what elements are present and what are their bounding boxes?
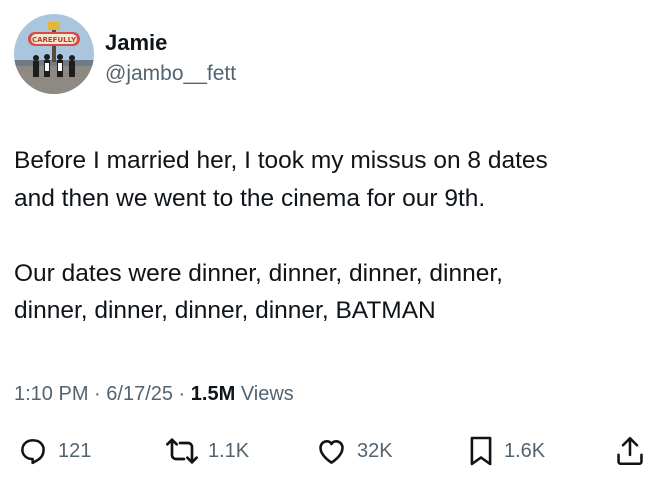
heart-icon — [316, 436, 347, 466]
user-handle[interactable]: @jambo__fett — [105, 61, 236, 87]
separator-dot: · — [88, 383, 107, 405]
bookmark-button[interactable]: 1.6K — [468, 428, 545, 474]
avatar-photo: CAREFULLY — [14, 14, 94, 94]
bookmark-count: 1.6K — [504, 440, 546, 462]
tweet-text: Before I married her, I took my missus o… — [14, 142, 659, 330]
like-button[interactable]: 32K — [316, 428, 393, 474]
separator-dot: · — [173, 383, 191, 405]
display-name[interactable]: Jamie — [105, 29, 167, 57]
repost-button[interactable]: 1.1K — [166, 428, 249, 474]
repost-icon — [166, 436, 198, 466]
bookmark-icon — [468, 435, 494, 467]
tweet-date[interactable]: 6/17/25 — [106, 383, 173, 405]
tweet-text-line: and then we went to the cinema for our 9… — [14, 184, 486, 212]
action-bar: 121 1.1K 32K 1.6K — [0, 428, 668, 474]
share-button[interactable] — [616, 428, 644, 474]
views-count: 1.5M — [190, 383, 236, 405]
tweet-text-line: Before I married her, I took my missus o… — [14, 147, 548, 174]
reply-count: 121 — [58, 440, 92, 462]
avatar[interactable]: CAREFULLY — [14, 14, 94, 94]
like-count: 32K — [357, 440, 393, 462]
reply-button[interactable]: 121 — [18, 428, 91, 474]
tweet-metadata: 1:10 PM · 6/17/25 · 1.5M Views — [14, 381, 294, 407]
reply-icon — [18, 436, 48, 466]
views-label: Views — [240, 383, 294, 405]
tweet-card: CAREFULLY Jamie @jambo__fett Before I ma… — [0, 0, 668, 500]
tweet-text-line: Our dates were dinner, dinner, dinner, d… — [14, 259, 503, 287]
share-icon — [616, 435, 644, 467]
tweet-time[interactable]: 1:10 PM — [14, 383, 88, 405]
avatar-sign-text: CAREFULLY — [32, 36, 77, 44]
repost-count: 1.1K — [208, 440, 250, 462]
tweet-text-line: dinner, dinner, dinner, dinner, BATMAN — [14, 297, 436, 324]
